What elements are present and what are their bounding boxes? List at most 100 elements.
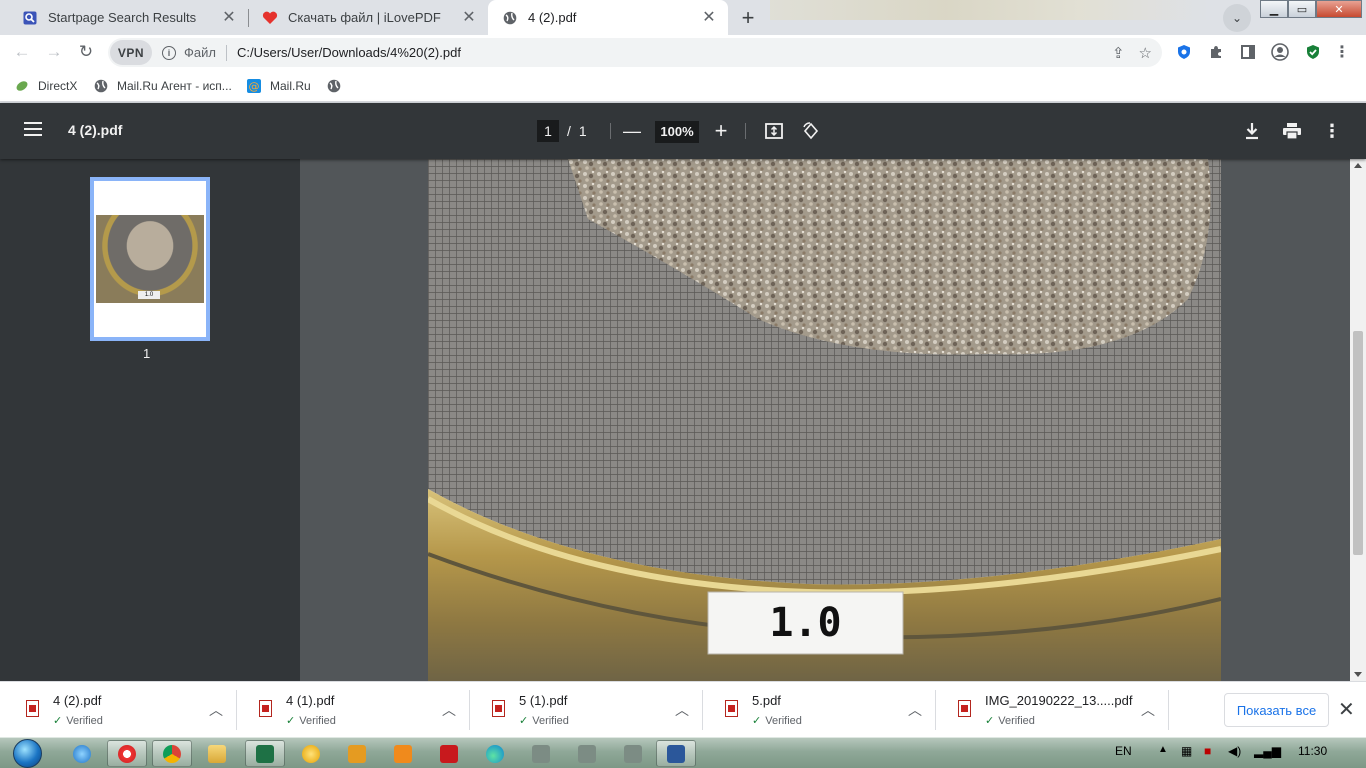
shield-extension-icon[interactable] (1174, 42, 1194, 62)
download-item[interactable]: IMG_20190222_13.....pdf ✓ Verified ︿ (936, 682, 1169, 738)
bookmark-mailru-agent[interactable]: Mail.Ru Агент - исп... (93, 76, 232, 96)
pdf-viewer[interactable]: 1.0 (300, 159, 1350, 681)
close-tab-icon[interactable]: ✕ (220, 9, 238, 27)
forward-arrow-icon[interactable]: → (41, 39, 67, 65)
profile-avatar-icon[interactable] (1270, 42, 1290, 62)
media-player-icon[interactable] (383, 740, 423, 767)
bookmark-label: Mail.Ru Агент - исп... (117, 79, 232, 93)
download-filename: 4 (2).pdf (53, 693, 102, 708)
side-panel-icon[interactable] (1238, 42, 1258, 62)
tab-strip: Startpage Search Results ✕ Скачать файл … (0, 0, 1366, 35)
download-status: ✓ Verified (286, 714, 336, 727)
bookmark-label: Mail.Ru (270, 79, 311, 93)
site-info-icon[interactable]: i (162, 45, 176, 60)
tab-title: Startpage Search Results (48, 10, 197, 25)
pdf-file-icon (958, 700, 971, 717)
zoom-in-icon[interactable]: + (709, 118, 733, 143)
print-icon[interactable] (1280, 119, 1304, 143)
scroll-down-arrow-icon[interactable] (1354, 672, 1362, 677)
network-icon[interactable]: ▦ (1181, 744, 1192, 758)
tab-title: 4 (2).pdf (528, 10, 577, 25)
svg-text:@: @ (249, 80, 260, 93)
mailru-at-icon: @ (246, 78, 262, 94)
tab-ilovepdf[interactable]: Скачать файл | iLovePDF ✕ (248, 0, 488, 35)
word-icon[interactable] (656, 740, 696, 767)
excel-icon[interactable] (245, 740, 285, 767)
rotate-icon[interactable] (799, 119, 823, 143)
yandex-browser-icon[interactable] (107, 740, 147, 767)
chevron-up-icon[interactable]: ︿ (1141, 700, 1155, 720)
bookmark-star-icon[interactable]: ☆ (1139, 44, 1152, 62)
maximize-icon[interactable]: ▭ (1288, 0, 1316, 18)
chevron-up-icon[interactable]: ︿ (209, 700, 223, 720)
language-indicator[interactable]: EN (1115, 744, 1132, 758)
vertical-scrollbar[interactable] (1350, 159, 1366, 681)
acrobat-reader-icon[interactable] (429, 740, 469, 767)
zoom-out-icon[interactable]: — (620, 119, 644, 143)
close-tab-icon[interactable]: ✕ (460, 9, 478, 27)
power-icon[interactable]: ■ (1204, 744, 1211, 758)
app-y-icon[interactable] (521, 740, 561, 767)
download-item[interactable]: 4 (2).pdf ✓ Verified ︿ (4, 682, 237, 738)
scrollbar-thumb[interactable] (1353, 331, 1363, 555)
download-item[interactable]: 5 (1).pdf ✓ Verified ︿ (470, 682, 703, 738)
minimize-icon[interactable]: ▁ (1260, 0, 1288, 18)
new-tab-plus-icon[interactable]: + (734, 4, 762, 32)
app-m-icon[interactable] (567, 740, 607, 767)
close-shelf-icon[interactable]: ✕ (1338, 697, 1355, 722)
internet-explorer-icon[interactable] (62, 740, 102, 767)
bookmark-globe[interactable] (326, 76, 350, 96)
bookmark-mailru[interactable]: @ Mail.Ru (246, 76, 311, 96)
close-tab-icon[interactable]: ✕ (700, 9, 718, 27)
hamburger-menu-icon[interactable] (24, 122, 42, 136)
extensions-puzzle-icon[interactable] (1206, 42, 1226, 62)
tab-title: Скачать файл | iLovePDF (288, 10, 441, 25)
edge-icon[interactable] (475, 740, 515, 767)
page-separator: / (567, 123, 571, 139)
start-button[interactable] (8, 738, 46, 768)
fit-to-page-icon[interactable] (762, 119, 786, 143)
page-thumbnail[interactable]: 1.0 (90, 177, 210, 341)
thumbnail-image: 1.0 (96, 215, 204, 303)
scroll-up-arrow-icon[interactable] (1354, 163, 1362, 168)
bookmark-directx[interactable]: DirectX (14, 76, 77, 96)
vpn-button[interactable]: VPN (110, 40, 152, 65)
download-item[interactable]: 5.pdf ✓ Verified ︿ (703, 682, 936, 738)
globe-icon (93, 78, 109, 94)
chevron-up-icon[interactable]: ︿ (675, 700, 689, 720)
tab-pdf[interactable]: 4 (2).pdf ✕ (488, 0, 728, 35)
show-all-downloads-button[interactable]: Показать все (1224, 693, 1329, 727)
reload-icon[interactable]: ↻ (73, 39, 99, 65)
address-bar[interactable]: VPN i Файл C:/Users/User/Downloads/4%20(… (108, 38, 1162, 67)
app-n-icon[interactable] (613, 740, 653, 767)
download-filename: 5.pdf (752, 693, 781, 708)
file-explorer-icon[interactable] (197, 740, 237, 767)
zoom-level-input[interactable]: 100% (655, 121, 699, 143)
clock[interactable]: 11:30 (1298, 744, 1327, 758)
tab-startpage[interactable]: Startpage Search Results ✕ (8, 0, 248, 35)
signal-bars-icon[interactable]: ▂▄▆ (1254, 744, 1281, 758)
back-arrow-icon[interactable]: ← (9, 39, 35, 65)
chevron-up-icon[interactable]: ︿ (442, 700, 456, 720)
calculator-app-icon[interactable] (337, 740, 377, 767)
tab-search-chevron-icon[interactable]: ⌄ (1223, 4, 1251, 32)
download-status-text: Verified (765, 715, 802, 727)
chevron-up-icon[interactable]: ︿ (908, 700, 922, 720)
chrome-icon[interactable] (152, 740, 192, 767)
more-actions-icon[interactable]: ⋮ (1320, 119, 1344, 143)
page-selector: 1 / 1 (537, 120, 587, 142)
volume-icon[interactable]: ◀) (1228, 744, 1241, 758)
share-icon[interactable]: ⇪ (1112, 44, 1125, 62)
download-icon[interactable] (1240, 119, 1264, 143)
sieve-size-label: 1.0 (769, 600, 842, 646)
url-text[interactable]: C:/Users/User/Downloads/4%20(2).pdf (237, 45, 461, 60)
pdf-file-icon (492, 700, 505, 717)
windows-logo-icon (12, 739, 42, 768)
window-close-icon[interactable]: ✕ (1316, 0, 1362, 18)
current-page-input[interactable]: 1 (537, 120, 559, 142)
download-item[interactable]: 4 (1).pdf ✓ Verified ︿ (237, 682, 470, 738)
security-check-icon[interactable] (1303, 42, 1323, 62)
messenger-icon[interactable] (291, 740, 331, 767)
browser-menu-icon[interactable]: ⋮ (1332, 42, 1352, 62)
show-hidden-icons-icon[interactable]: ▲ (1158, 744, 1168, 755)
